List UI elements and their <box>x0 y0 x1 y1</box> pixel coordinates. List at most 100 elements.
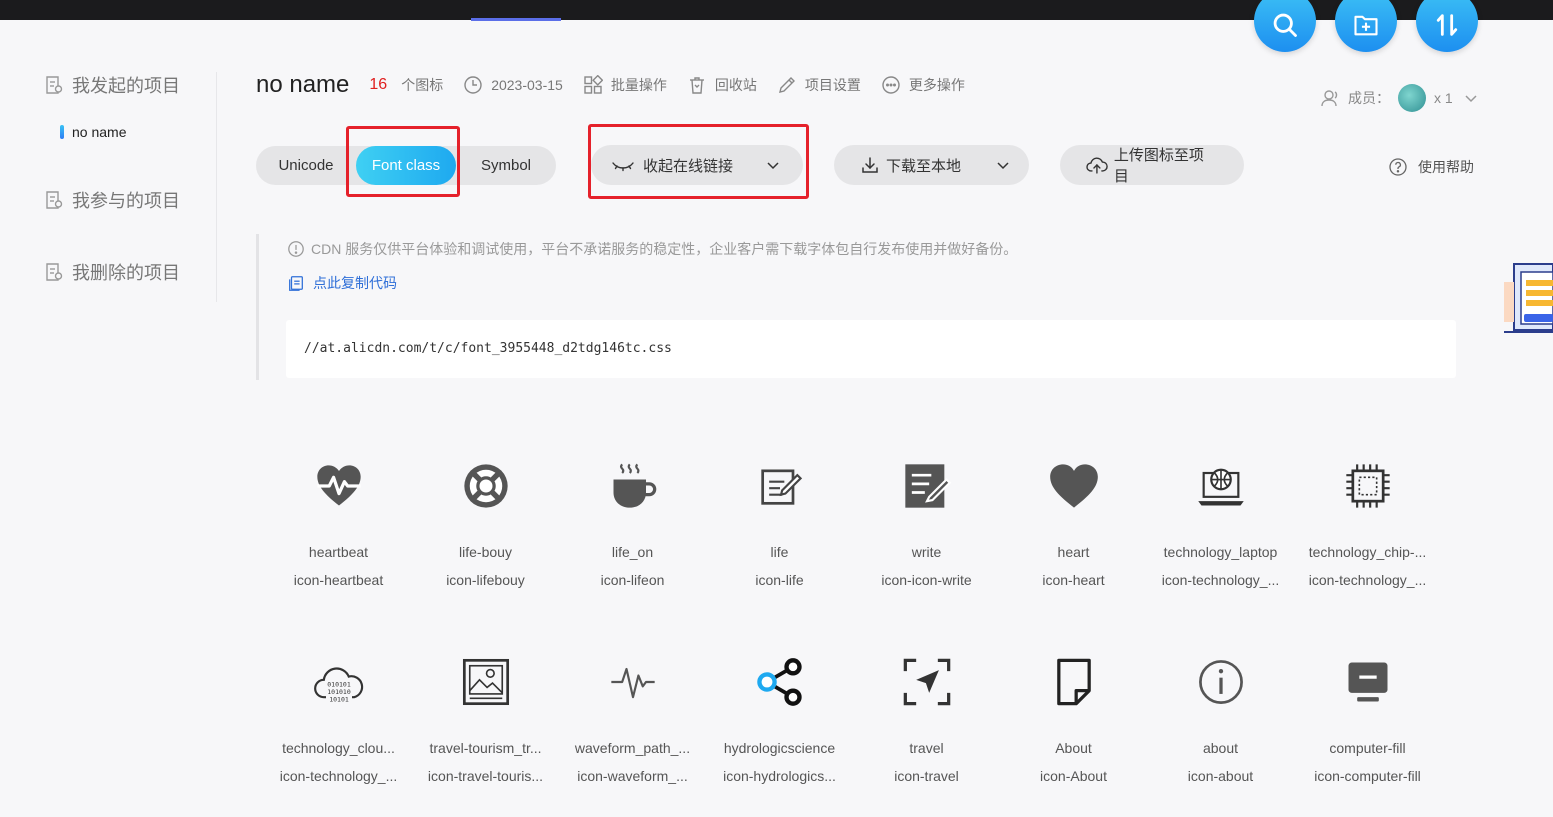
sort-button[interactable] <box>1416 0 1478 52</box>
icon-preview: 010101 101010 10101 <box>309 642 369 722</box>
sidebar-divider <box>216 72 217 302</box>
members-dropdown[interactable]: 成员： x 1 <box>1320 84 1481 112</box>
search-button[interactable] <box>1254 0 1316 52</box>
icon-class: icon-travel <box>894 768 959 784</box>
more-ops-button[interactable]: 更多操作 <box>881 75 965 95</box>
icon-class: icon-lifeon <box>600 572 665 588</box>
date-text: 2023-03-15 <box>491 77 563 93</box>
active-project-indicator <box>60 125 64 139</box>
copy-code-label: 点此复制代码 <box>313 275 397 291</box>
icon-name: life-bouy <box>459 544 512 560</box>
icon-card[interactable]: travel icon-travel <box>853 642 1000 817</box>
icon-preview <box>1044 642 1104 722</box>
new-project-button[interactable] <box>1335 0 1397 52</box>
write-icon <box>904 464 951 508</box>
sidebar: 我发起的项目 no name 我参与的项目 我删除的项目 <box>0 20 218 302</box>
sidebar-item-joined-projects[interactable]: 我参与的项目 <box>44 187 180 213</box>
icon-card[interactable]: life-bouy icon-lifebouy <box>412 446 559 642</box>
icon-name: heart <box>1057 544 1090 560</box>
icon-name: technology_laptop <box>1163 544 1278 560</box>
batch-ops-button[interactable]: 批量操作 <box>583 75 667 95</box>
icon-card[interactable]: travel-tourism_tr... icon-travel-touris.… <box>412 642 559 817</box>
sidebar-item-my-projects[interactable]: 我发起的项目 <box>44 72 180 98</box>
question-circle-icon <box>1389 158 1407 176</box>
landscape-photo-icon <box>462 658 509 706</box>
search-icon <box>1273 13 1297 37</box>
icon-preview <box>309 446 369 526</box>
cdn-tip: CDN 服务仅供平台体验和调试使用，平台不承诺服务的稳定性，企业客户需下载字体包… <box>287 239 1017 259</box>
avatar <box>1398 84 1426 112</box>
chevron-down-icon <box>997 162 1009 170</box>
tab-symbol[interactable]: Symbol <box>456 146 556 185</box>
monitor-icon <box>1348 662 1387 702</box>
icon-preview <box>750 446 810 526</box>
icon-preview <box>897 446 957 526</box>
icon-card[interactable]: computer-fill icon-computer-fill <box>1294 642 1441 817</box>
icon-card[interactable]: heart icon-heart <box>1000 446 1147 642</box>
project-settings-button[interactable]: 项目设置 <box>777 75 861 95</box>
members-count: x 1 <box>1434 90 1453 106</box>
tab-unicode[interactable]: Unicode <box>256 146 356 185</box>
more-dots-icon <box>882 76 900 94</box>
icon-card[interactable]: heartbeat icon-heartbeat <box>265 446 412 642</box>
icon-preview <box>1338 642 1398 722</box>
batch-ops-label: 批量操作 <box>610 77 667 93</box>
icon-class: icon-life <box>755 572 804 588</box>
more-ops-label: 更多操作 <box>908 77 965 93</box>
laptop-globe-icon <box>1197 468 1244 506</box>
icon-preview <box>456 642 516 722</box>
highlight-box-font-class <box>346 126 460 197</box>
icon-name: write <box>911 544 942 560</box>
floating-promo-illustration[interactable] <box>1504 262 1553 334</box>
icon-card[interactable]: write icon-icon-write <box>853 446 1000 642</box>
sidebar-project-no-name[interactable]: no name <box>60 124 126 140</box>
user-group-icon <box>1321 90 1338 107</box>
icon-name: life_on <box>611 544 654 560</box>
icon-card[interactable]: life icon-life <box>706 446 853 642</box>
recycle-bin-button[interactable]: 回收站 <box>687 75 757 95</box>
icon-card[interactable]: hydrologicscience icon-hydrologics... <box>706 642 853 817</box>
icon-name: travel-tourism_tr... <box>429 740 542 756</box>
info-circle-icon <box>1198 660 1243 704</box>
lifebuoy-icon <box>463 464 508 508</box>
coffee-cup-icon <box>613 463 656 508</box>
download-dropdown[interactable]: 下载至本地 <box>834 145 1029 185</box>
created-date: 2023-03-15 <box>463 75 563 95</box>
icon-preview <box>603 642 663 722</box>
icon-card[interactable]: about icon-about <box>1147 642 1294 817</box>
help-link[interactable]: 使用帮助 <box>1388 157 1474 177</box>
icon-card[interactable]: waveform_path_... icon-waveform_... <box>559 642 706 817</box>
css-link-codebox[interactable]: //at.alicdn.com/t/c/font_3955448_d2tdg14… <box>286 320 1456 378</box>
page-title: no name <box>256 71 350 98</box>
highlight-box-collapse-link <box>588 124 809 199</box>
sidebar-item-deleted-projects[interactable]: 我删除的项目 <box>44 259 180 285</box>
clock-icon <box>464 76 482 94</box>
icon-class: icon-heartbeat <box>293 572 384 588</box>
waveform-icon <box>610 667 655 699</box>
cdn-tip-text: CDN 服务仅供平台体验和调试使用，平台不承诺服务的稳定性，企业客户需下载字体包… <box>311 241 1018 257</box>
icon-card[interactable]: technology_chip-... icon-technology_... <box>1294 446 1441 642</box>
share-nodes-icon <box>756 658 802 706</box>
icon-class: icon-travel-touris... <box>427 768 544 784</box>
icon-card[interactable]: About icon-About <box>1000 642 1147 817</box>
copy-code-link[interactable]: 点此复制代码 <box>287 273 397 293</box>
icon-card[interactable]: technology_laptop icon-technology_... <box>1147 446 1294 642</box>
info-circle-icon <box>288 241 304 257</box>
icon-class: icon-about <box>1187 768 1254 784</box>
heartbeat-icon <box>316 465 361 506</box>
icon-card[interactable]: 010101 101010 10101 technology_clou... ico… <box>265 642 412 817</box>
icon-preview <box>1191 446 1251 526</box>
upload-button[interactable]: 上传图标至项目 <box>1060 145 1244 185</box>
edit-note-icon <box>760 469 802 505</box>
icon-count-unit: 个图标 <box>401 77 444 93</box>
icon-card[interactable]: life_on icon-lifeon <box>559 446 706 642</box>
heart-icon <box>1049 464 1098 508</box>
icon-name: technology_chip-... <box>1308 544 1427 560</box>
cloud-upload-icon <box>1086 157 1108 174</box>
icon-preview <box>1191 642 1251 722</box>
icon-preview <box>1044 446 1104 526</box>
icon-grid: heartbeat icon-heartbeat life-bouy icon-… <box>265 446 1441 817</box>
project-doc-icon <box>46 191 63 209</box>
icon-name: About <box>1055 740 1092 756</box>
folder-add-icon <box>1354 15 1378 36</box>
